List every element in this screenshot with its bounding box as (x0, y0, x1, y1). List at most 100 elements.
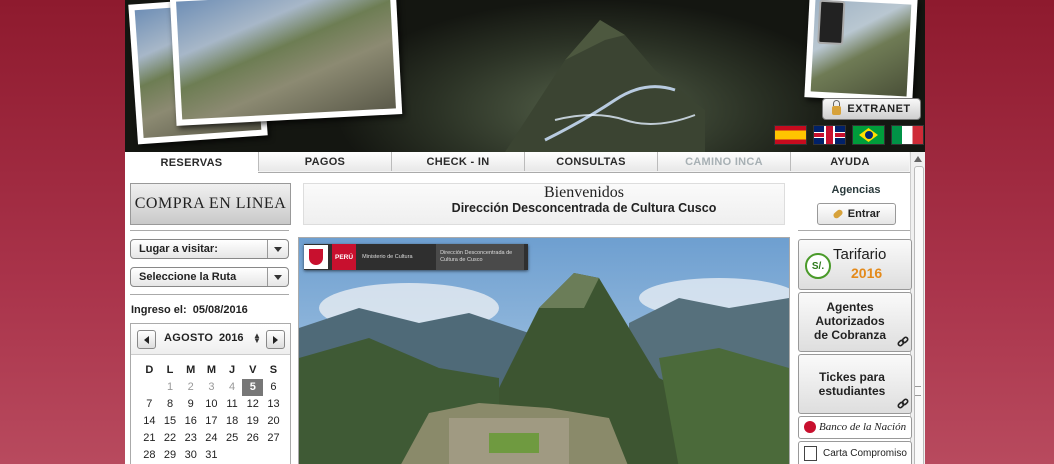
link-icon (897, 398, 909, 409)
place-select[interactable]: Lugar a visitar: (130, 239, 289, 259)
weekday-label: S (269, 364, 278, 376)
peru-shield-icon (304, 245, 328, 269)
page: EXTRANET RESERVAS PAGOS CHECK - IN CONSU… (125, 0, 925, 464)
calendar-day[interactable]: 13 (263, 396, 284, 413)
calendar-day[interactable]: 26 (242, 430, 263, 447)
calendar-day[interactable]: 6 (263, 379, 284, 396)
entry-date: Ingreso el: 05/08/2016 (131, 304, 248, 316)
phone-icon (817, 0, 846, 46)
calendar-day: 1 (166, 381, 174, 393)
tab-pagos[interactable]: PAGOS (258, 152, 391, 171)
calendar-day: 4 (229, 381, 236, 393)
tariff-button[interactable]: S/. Tarifario 2016 (798, 239, 912, 290)
language-selector (774, 125, 924, 145)
calendar-day[interactable]: 22 (160, 430, 181, 447)
welcome-banner: Bienvenidos Dirección Desconcentrada de … (303, 183, 785, 225)
calendar-day[interactable]: 17 (201, 413, 222, 430)
calendar-day[interactable]: 31 (201, 447, 222, 464)
flag-brazil-icon[interactable] (852, 125, 885, 145)
calendar-grid: D L M M J V S 1 2 3 4 5 6 7 8 9 10 11 12 13 14 15 16 17 18 19 20 21… (139, 362, 284, 464)
tab-check-in[interactable]: CHECK - IN (391, 152, 524, 171)
calendar-day[interactable]: 12 (242, 396, 263, 413)
calendar: AGOSTO 2016 ▲ ▼ D L M M J V S 1 2 3 4 5 6 7 8 9 10 11 12 13 1… (130, 323, 291, 464)
commitment-letter-link[interactable]: Carta Compromiso (798, 441, 912, 464)
weekday-label: L (166, 364, 174, 376)
calendar-day[interactable]: 11 (222, 396, 243, 413)
calendar-day[interactable]: 8 (160, 396, 181, 413)
calendar-empty-cell (242, 447, 263, 464)
enter-button[interactable]: Entrar (817, 203, 896, 225)
calendar-day[interactable]: 28 (139, 447, 160, 464)
year-spinner-icon[interactable]: ▲ ▼ (253, 332, 261, 345)
calendar-day[interactable]: 7 (139, 396, 160, 413)
welcome-title: Bienvenidos (544, 184, 624, 201)
student-tickets-button[interactable]: Tickes para estudiantes (798, 354, 912, 414)
calendar-header: AGOSTO 2016 ▲ ▼ (131, 324, 290, 355)
flag-uk-icon[interactable] (813, 125, 846, 145)
mountain-silhouette (505, 20, 705, 152)
document-icon (804, 446, 817, 461)
tab-reservas[interactable]: RESERVAS (125, 152, 258, 173)
divider (798, 230, 910, 231)
scrollbar-thumb[interactable] (914, 166, 924, 464)
calendar-week-row: 14 15 16 17 18 19 20 (139, 413, 284, 430)
calendar-day[interactable]: 14 (139, 413, 160, 430)
currency-coin-icon: S/. (805, 253, 831, 279)
bank-logo-icon (804, 421, 816, 433)
next-month-button[interactable] (266, 330, 285, 349)
calendar-year[interactable]: 2016 (219, 332, 243, 344)
weekday-label: D (145, 364, 154, 376)
header-photo-mobile (804, 0, 918, 103)
authorized-agents-button[interactable]: Agentes Autorizados de Cobranza (798, 292, 912, 352)
calendar-empty-cell (263, 447, 284, 464)
header-banner: EXTRANET (125, 0, 925, 152)
calendar-day[interactable]: 19 (242, 413, 263, 430)
government-logo: PERÚ Ministerio de Cultura Dirección Des… (304, 244, 528, 270)
calendar-week-row: 7 8 9 10 11 12 13 (139, 396, 284, 413)
link-icon (897, 336, 909, 347)
calendar-day[interactable]: 10 (201, 396, 222, 413)
bank-link[interactable]: Banco de la Nación (798, 416, 912, 439)
weekday-label: M (206, 364, 216, 376)
header-photo-terraces (169, 0, 403, 126)
flag-spain-icon[interactable] (774, 125, 807, 145)
calendar-day[interactable]: 30 (180, 447, 201, 464)
calendar-day[interactable]: 15 (160, 413, 181, 430)
calendar-month: AGOSTO (164, 332, 214, 344)
divider (130, 230, 289, 231)
calendar-day[interactable]: 16 (180, 413, 201, 430)
calendar-day[interactable]: 9 (180, 396, 201, 413)
welcome-subtitle: Dirección Desconcentrada de Cultura Cusc… (451, 201, 717, 215)
route-select[interactable]: Seleccione la Ruta (130, 267, 289, 287)
calendar-day-today[interactable]: 5 (242, 379, 264, 396)
calendar-day[interactable]: 23 (180, 430, 201, 447)
calendar-day[interactable]: 29 (160, 447, 181, 464)
extranet-button[interactable]: EXTRANET (822, 98, 921, 120)
main-nav: RESERVAS PAGOS CHECK - IN CONSULTAS CAMI… (125, 152, 910, 173)
weekday-label: M (186, 364, 196, 376)
calendar-weekday-row: DLMMJVS (139, 362, 284, 379)
calendar-empty-cell (222, 447, 243, 464)
vertical-scrollbar[interactable] (910, 152, 925, 464)
calendar-empty-cell (139, 379, 160, 396)
flag-italy-icon[interactable] (891, 125, 924, 145)
calendar-day[interactable]: 21 (139, 430, 160, 447)
weekday-label: J (229, 364, 236, 376)
calendar-day[interactable]: 24 (201, 430, 222, 447)
key-icon (832, 208, 844, 220)
landscape-illustration (299, 238, 789, 464)
prev-month-button[interactable] (137, 330, 156, 349)
divider (130, 294, 289, 295)
tab-ayuda[interactable]: AYUDA (790, 152, 909, 171)
tab-camino-inca[interactable]: CAMINO INCA (657, 152, 790, 171)
calendar-day[interactable]: 18 (222, 413, 243, 430)
calendar-day[interactable]: 20 (263, 413, 284, 430)
calendar-week-row: 21 22 23 24 25 26 27 (139, 430, 284, 447)
buy-online-banner: COMPRA EN LINEA (130, 183, 291, 225)
scroll-up-icon[interactable] (914, 156, 922, 162)
calendar-day[interactable]: 25 (222, 430, 243, 447)
machu-picchu-photo: PERÚ Ministerio de Cultura Dirección Des… (298, 237, 790, 464)
entry-date-value: 05/08/2016 (192, 304, 248, 316)
calendar-day[interactable]: 27 (263, 430, 284, 447)
tab-consultas[interactable]: CONSULTAS (524, 152, 657, 171)
